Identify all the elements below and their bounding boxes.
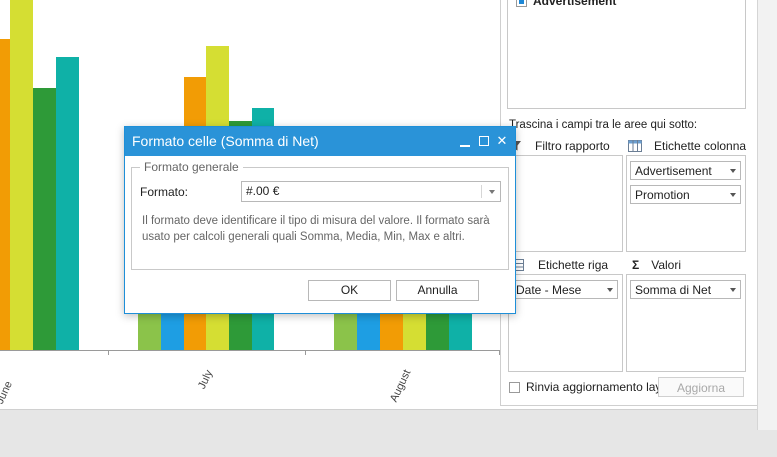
chart-bar <box>0 39 10 350</box>
cancel-button[interactable]: Annulla <box>396 280 479 301</box>
defer-update-checkbox[interactable]: Rinvia aggiornamento layout <box>509 380 678 394</box>
chevron-down-icon[interactable] <box>730 288 736 292</box>
table-columns-icon <box>628 140 642 152</box>
chart-bar <box>10 0 33 350</box>
divider <box>481 185 482 198</box>
column-labels-label: Etichette colonna <box>654 139 747 153</box>
format-select[interactable]: #.00 € <box>241 181 501 202</box>
column-field-promotion[interactable]: Promotion <box>630 185 741 204</box>
chart-bar <box>161 312 184 350</box>
x-tick <box>108 350 109 355</box>
format-description: Il formato deve identificare il tipo di … <box>142 215 490 243</box>
row-field-date-mese[interactable]: Date - Mese <box>511 280 618 299</box>
row-labels-title: Etichette riga <box>512 258 608 272</box>
chart-bar <box>334 312 357 350</box>
chart-bar <box>449 312 472 350</box>
format-cells-dialog: Formato celle (Somma di Net) ✕ Formato g… <box>124 126 516 314</box>
minimize-icon[interactable] <box>458 134 472 148</box>
chevron-down-icon[interactable] <box>607 288 613 292</box>
field-list[interactable]: Advertisement <box>507 0 746 109</box>
chart-bar <box>380 312 403 350</box>
maximize-icon[interactable] <box>477 134 491 148</box>
column-field-label: Advertisement <box>635 164 712 178</box>
bottom-strip <box>0 410 777 457</box>
field-item-label: Advertisement <box>533 0 617 8</box>
chart-bar <box>56 57 79 350</box>
column-field-advertisement[interactable]: Advertisement <box>630 161 741 180</box>
close-icon[interactable]: ✕ <box>495 134 509 148</box>
dialog-titlebar[interactable]: Formato celle (Somma di Net) ✕ <box>125 127 515 156</box>
chevron-down-icon[interactable] <box>730 193 736 197</box>
column-labels-title: Etichette colonna <box>628 139 746 153</box>
general-format-group: Formato generale Formato: #.00 € Il form… <box>131 160 509 270</box>
chart-bar <box>357 312 380 350</box>
chevron-down-icon[interactable] <box>489 190 495 194</box>
sigma-icon: Σ <box>632 258 640 272</box>
ok-button[interactable]: OK <box>308 280 391 301</box>
chart-bar <box>33 88 56 350</box>
report-filter-label: Filtro rapporto <box>535 139 610 153</box>
value-field-somma-di-net[interactable]: Somma di Net <box>630 280 741 299</box>
chart-bar <box>138 312 161 350</box>
report-filter-title: Filtro rapporto <box>512 139 610 153</box>
chart-bar <box>426 312 449 350</box>
values-title: Σ Valori <box>632 258 681 272</box>
row-field-label: Date - Mese <box>516 283 582 297</box>
group-title: Formato generale <box>140 160 243 174</box>
report-filter-area[interactable] <box>508 155 623 252</box>
x-axis <box>0 350 500 351</box>
x-tick-label-july: July <box>196 368 216 392</box>
checkbox-icon[interactable] <box>516 0 527 7</box>
value-field-label: Somma di Net <box>635 283 712 297</box>
dialog-title: Formato celle (Somma di Net) <box>132 133 319 149</box>
row-labels-label: Etichette riga <box>538 258 609 272</box>
chevron-down-icon[interactable] <box>730 169 736 173</box>
chart-bar <box>403 312 426 350</box>
values-label: Valori <box>651 258 681 272</box>
defer-update-label: Rinvia aggiornamento layout <box>526 380 679 394</box>
format-label: Formato: <box>140 185 189 199</box>
x-tick <box>305 350 306 355</box>
format-value: #.00 € <box>246 184 280 198</box>
x-tick-label-june: June <box>0 379 15 407</box>
checkbox-icon[interactable] <box>509 381 520 393</box>
column-field-label: Promotion <box>635 188 690 202</box>
x-tick-label-august: August <box>388 367 414 405</box>
update-button[interactable]: Aggiorna <box>658 377 744 397</box>
panel-edge <box>757 0 777 430</box>
field-item-advertisement[interactable]: Advertisement <box>516 0 616 8</box>
drag-hint: Trascina i campi tra le aree qui sotto: <box>509 119 698 131</box>
